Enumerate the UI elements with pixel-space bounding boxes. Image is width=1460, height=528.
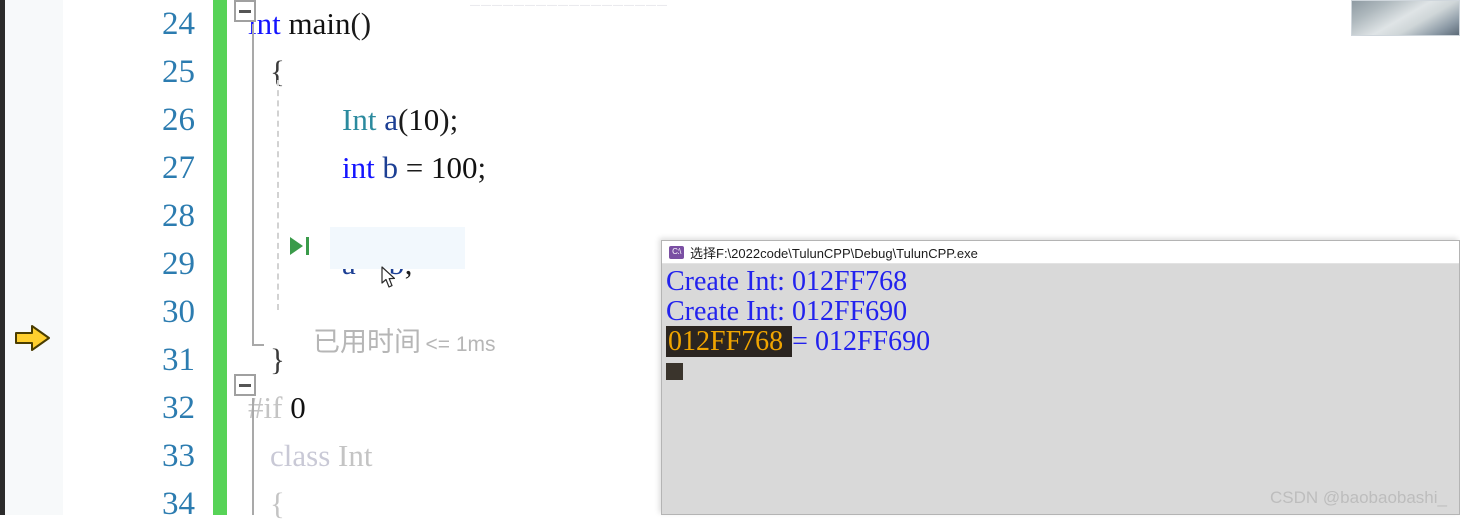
line-number: 34 (162, 486, 195, 522)
current-statement-highlight (330, 227, 465, 269)
code-token: 100 (430, 150, 478, 185)
code-token: } (270, 342, 285, 377)
code-line-text[interactable]: Int a(10); (342, 96, 458, 144)
code-token: Int (342, 102, 377, 137)
line-number: 24 (162, 6, 195, 42)
console-app-icon-label: C:\ (672, 247, 681, 256)
outline-line-if0 (252, 398, 254, 515)
console-output-line: Create Int: 012FF768 (666, 267, 1459, 297)
code-line[interactable]: 25{ (0, 48, 1460, 96)
execution-pointer-arrow (14, 323, 52, 353)
console-output-line: 012FF768 = 012FF690 (666, 326, 1459, 357)
line-number: 25 (162, 54, 195, 90)
elapsed-time-value: <= 1ms (425, 333, 496, 356)
code-token: b (382, 150, 398, 185)
code-line-text[interactable]: int main() (248, 0, 371, 48)
code-line-text[interactable]: } (270, 336, 285, 384)
line-number: 27 (162, 150, 195, 186)
code-line-text[interactable]: class Int (270, 432, 372, 480)
console-app-icon: C:\ (669, 245, 684, 259)
console-selected-text: 012FF768 (666, 326, 793, 357)
code-token: 10 (408, 102, 440, 137)
line-number: 26 (162, 102, 195, 138)
webcam-overlay (1351, 0, 1460, 36)
code-line-text[interactable]: #if 0 (248, 384, 306, 432)
console-caret (666, 363, 683, 381)
console-title-text: 选择F:\2022code\TulunCPP\Debug\TulunCPP.ex… (690, 245, 978, 261)
code-line[interactable]: 28 (0, 192, 1460, 240)
console-window[interactable]: C:\ 选择F:\2022code\TulunCPP\Debug\TulunCP… (661, 240, 1460, 515)
console-caret-line (666, 357, 1459, 387)
code-token: Int (338, 438, 373, 473)
collapse-box-if0[interactable] (234, 374, 256, 396)
elapsed-time-label: 已用时间 (313, 327, 421, 357)
code-token: = (397, 150, 431, 185)
code-token: ( (397, 102, 409, 137)
code-line[interactable]: 27 int b = 100; (0, 144, 1460, 192)
line-number: 33 (162, 438, 195, 474)
line-number: 28 (162, 198, 195, 234)
outline-line-main (252, 24, 254, 344)
elapsed-time-hint: 已用时间 <= 1ms (313, 320, 496, 359)
console-output[interactable]: Create Int: 012FF768 Create Int: 012FF690… (662, 263, 1459, 514)
code-line-text[interactable]: int b = 100; (342, 144, 486, 192)
code-token: 0 (290, 390, 306, 425)
console-text: = 012FF690 (792, 326, 931, 357)
collapse-box-main[interactable] (234, 0, 256, 22)
outline-foot-main (252, 344, 264, 346)
run-to-cursor-icon[interactable] (288, 234, 314, 260)
console-text: Create Int: 012FF690 (666, 296, 908, 327)
code-token: { (270, 486, 285, 521)
watermark: CSDN @baobaobashi_ (1270, 488, 1447, 507)
code-token: int (342, 150, 375, 185)
line-number: 32 (162, 390, 195, 426)
code-token: a (384, 102, 398, 137)
code-token: ; (477, 150, 487, 185)
line-number: 29 (162, 246, 195, 282)
code-token: class (270, 438, 331, 473)
console-text: Create Int: 012FF768 (666, 266, 908, 297)
console-title-bar[interactable]: C:\ 选择F:\2022code\TulunCPP\Debug\TulunCP… (662, 241, 1459, 264)
code-line[interactable]: 26 Int a(10); (0, 96, 1460, 144)
mouse-cursor (381, 266, 399, 290)
code-token: () (350, 6, 372, 41)
console-output-line: Create Int: 012FF690 (666, 297, 1459, 327)
code-token: ); (439, 102, 459, 137)
code-line-text[interactable]: { (270, 480, 285, 528)
indent-guide-body (277, 80, 279, 310)
code-line[interactable]: 24 int main() (0, 0, 1460, 48)
code-token: main (288, 6, 351, 41)
